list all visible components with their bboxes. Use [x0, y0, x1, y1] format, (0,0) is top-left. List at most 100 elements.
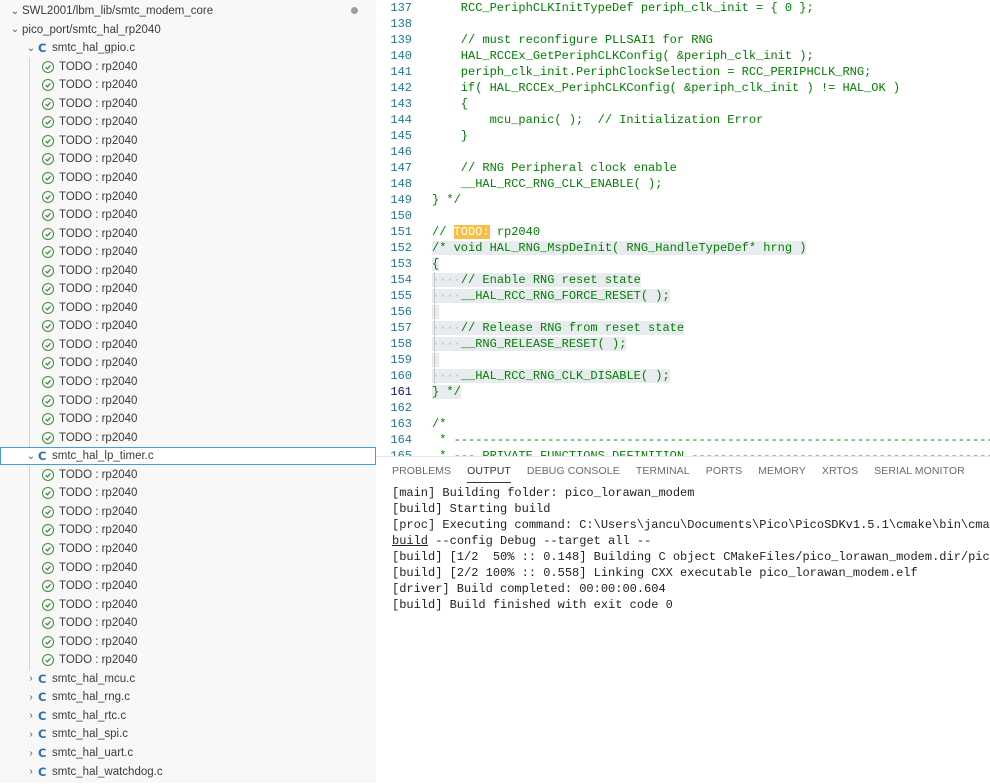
- todo-item[interactable]: TODO : rp2040: [0, 633, 376, 651]
- todo-item[interactable]: TODO : rp2040: [0, 188, 376, 206]
- tab-memory[interactable]: MEMORY: [758, 463, 806, 483]
- folder-root-item[interactable]: ⌄ SWL2001/lbm_lib/smtc_modem_core: [0, 2, 376, 20]
- line-code: /*: [432, 416, 446, 432]
- code-line[interactable]: 142 if( HAL_RCCEx_PeriphCLKConfig( &peri…: [376, 80, 990, 96]
- todo-item[interactable]: TODO : rp2040: [0, 206, 376, 224]
- tab-xrtos[interactable]: XRTOS: [822, 463, 858, 483]
- tab-output[interactable]: OUTPUT: [467, 463, 511, 483]
- code-line[interactable]: 138: [376, 16, 990, 32]
- file-label: smtc_hal_rng.c: [52, 691, 130, 704]
- code-line[interactable]: 157 ····// Release RNG from reset state: [376, 320, 990, 336]
- code-line[interactable]: 143 {: [376, 96, 990, 112]
- file-item[interactable]: › Csmtc_hal_rng.c: [0, 688, 376, 706]
- tab-problems[interactable]: PROBLEMS: [392, 463, 451, 483]
- todo-item[interactable]: TODO : rp2040: [0, 58, 376, 76]
- todo-item[interactable]: TODO : rp2040: [0, 410, 376, 428]
- todo-item[interactable]: TODO : rp2040: [0, 466, 376, 484]
- chevron-right-icon[interactable]: ›: [24, 748, 38, 759]
- todo-item[interactable]: TODO : rp2040: [0, 76, 376, 94]
- code-line[interactable]: 140 HAL_RCCEx_GetPeriphCLKConfig( &perip…: [376, 48, 990, 64]
- line-code: * --------------------------------------…: [432, 432, 990, 448]
- todo-item[interactable]: TODO : rp2040: [0, 521, 376, 539]
- code-line[interactable]: 164 * ----------------------------------…: [376, 432, 990, 448]
- todo-item[interactable]: TODO : rp2040: [0, 503, 376, 521]
- code-line[interactable]: 139 // must reconfigure PLLSAI1 for RNG: [376, 32, 990, 48]
- chevron-right-icon[interactable]: ›: [24, 710, 38, 721]
- todo-item[interactable]: TODO : rp2040: [0, 596, 376, 614]
- chevron-down-icon[interactable]: ⌄: [24, 451, 38, 462]
- todo-item[interactable]: TODO : rp2040: [0, 262, 376, 280]
- todo-item[interactable]: TODO : rp2040: [0, 429, 376, 447]
- todo-item[interactable]: TODO : rp2040: [0, 225, 376, 243]
- tab-serial-monitor[interactable]: SERIAL MONITOR: [874, 463, 965, 483]
- todo-item[interactable]: TODO : rp2040: [0, 169, 376, 187]
- line-number: 138: [390, 17, 412, 31]
- file-lp-timer-item[interactable]: ⌄ Csmtc_hal_lp_timer.c: [0, 447, 376, 466]
- tab-debug-console[interactable]: DEBUG CONSOLE: [527, 463, 620, 483]
- todo-item[interactable]: TODO : rp2040: [0, 113, 376, 131]
- code-line[interactable]: 162: [376, 400, 990, 416]
- tab-ports[interactable]: PORTS: [706, 463, 742, 483]
- code-line[interactable]: 154 ····// Enable RNG reset state: [376, 272, 990, 288]
- check-circle-icon: [42, 60, 54, 73]
- chevron-right-icon[interactable]: ›: [24, 766, 38, 777]
- chevron-down-icon[interactable]: ⌄: [24, 43, 38, 54]
- c-file-icon: C: [38, 727, 47, 742]
- file-item[interactable]: › Csmtc_hal_mcu.c: [0, 670, 376, 688]
- file-gpio-item[interactable]: ⌄ Csmtc_hal_gpio.c: [0, 39, 376, 57]
- code-line[interactable]: 152 /* void HAL_RNG_MspDeInit( RNG_Handle…: [376, 240, 990, 256]
- todo-item[interactable]: TODO : rp2040: [0, 132, 376, 150]
- chevron-down-icon[interactable]: ⌄: [8, 6, 22, 17]
- code-line[interactable]: 141 periph_clk_init.PeriphClockSelection…: [376, 64, 990, 80]
- chevron-down-icon[interactable]: ⌄: [8, 24, 22, 35]
- chevron-right-icon[interactable]: ›: [24, 729, 38, 740]
- todo-item[interactable]: TODO : rp2040: [0, 614, 376, 632]
- code-line[interactable]: 148 __HAL_RCC_RNG_CLK_ENABLE( );: [376, 176, 990, 192]
- todo-item[interactable]: TODO : rp2040: [0, 150, 376, 168]
- todo-item[interactable]: TODO : rp2040: [0, 559, 376, 577]
- todo-item[interactable]: TODO : rp2040: [0, 280, 376, 298]
- todo-item[interactable]: TODO : rp2040: [0, 243, 376, 261]
- todo-item[interactable]: TODO : rp2040: [0, 577, 376, 595]
- code-line[interactable]: 163 /*: [376, 416, 990, 432]
- line-code: // must reconfigure PLLSAI1 for RNG: [432, 32, 713, 48]
- code-line[interactable]: 155 ····__HAL_RCC_RNG_FORCE_RESET( );: [376, 288, 990, 304]
- todo-item[interactable]: TODO : rp2040: [0, 354, 376, 372]
- chevron-right-icon[interactable]: ›: [24, 673, 38, 684]
- code-line[interactable]: 137 RCC_PeriphCLKInitTypeDef periph_clk_…: [376, 0, 990, 16]
- folder-hal-item[interactable]: ⌄ pico_port/smtc_hal_rp2040: [0, 21, 376, 39]
- chevron-right-icon[interactable]: ›: [24, 692, 38, 703]
- todo-item[interactable]: TODO : rp2040: [0, 95, 376, 113]
- code-line[interactable]: 146: [376, 144, 990, 160]
- code-line[interactable]: 150: [376, 208, 990, 224]
- code-line[interactable]: 151 // TODO: rp2040: [376, 224, 990, 240]
- file-item[interactable]: › Csmtc_hal_watchdog.c: [0, 763, 376, 781]
- code-editor[interactable]: 137 RCC_PeriphCLKInitTypeDef periph_clk_…: [376, 0, 990, 456]
- code-line[interactable]: 145 }: [376, 128, 990, 144]
- todo-item[interactable]: TODO : rp2040: [0, 317, 376, 335]
- todo-item[interactable]: TODO : rp2040: [0, 336, 376, 354]
- code-line[interactable]: 156: [376, 304, 990, 320]
- file-item[interactable]: › Csmtc_hal_spi.c: [0, 725, 376, 743]
- file-item[interactable]: › Csmtc_hal_uart.c: [0, 744, 376, 762]
- todo-item[interactable]: TODO : rp2040: [0, 540, 376, 558]
- code-line[interactable]: 147 // RNG Peripheral clock enable: [376, 160, 990, 176]
- check-circle-icon: [42, 431, 54, 444]
- check-circle-icon: [42, 79, 54, 92]
- code-line[interactable]: 144 mcu_panic( ); // Initialization Erro…: [376, 112, 990, 128]
- todo-item[interactable]: TODO : rp2040: [0, 299, 376, 317]
- file-item[interactable]: › Csmtc_hal_rtc.c: [0, 707, 376, 725]
- tab-terminal[interactable]: TERMINAL: [636, 463, 690, 483]
- todo-item[interactable]: TODO : rp2040: [0, 392, 376, 410]
- code-line[interactable]: 161} */: [376, 384, 990, 400]
- code-line[interactable]: 160 ····__HAL_RCC_RNG_CLK_DISABLE( );: [376, 368, 990, 384]
- todo-item[interactable]: TODO : rp2040: [0, 484, 376, 502]
- code-line[interactable]: 149} */: [376, 192, 990, 208]
- code-text-rest: __HAL_RCC_RNG_FORCE_RESET( );: [460, 289, 670, 303]
- code-line[interactable]: 153 {: [376, 256, 990, 272]
- code-line[interactable]: 165 * --- PRIVATE FUNCTIONS DEFINITION -…: [376, 448, 990, 456]
- todo-item[interactable]: TODO : rp2040: [0, 373, 376, 391]
- code-line[interactable]: 158 ····__RNG_RELEASE_RESET( );: [376, 336, 990, 352]
- code-line[interactable]: 159: [376, 352, 990, 368]
- todo-item[interactable]: TODO : rp2040: [0, 651, 376, 669]
